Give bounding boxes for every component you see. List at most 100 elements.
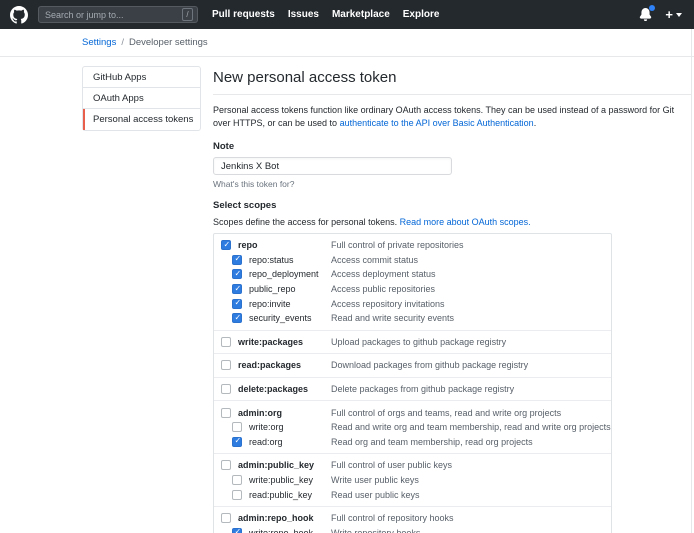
note-help-text: What's this token for?: [213, 179, 691, 189]
nav-pull-requests[interactable]: Pull requests: [212, 9, 275, 20]
scope-row: write:public_key Write user public keys: [214, 473, 611, 488]
sidebar-item-github-apps[interactable]: GitHub Apps: [83, 67, 200, 88]
sidebar-item-personal-access-tokens[interactable]: Personal access tokens: [83, 109, 200, 130]
page-title: New personal access token: [213, 66, 691, 95]
slash-shortcut-key: /: [182, 8, 193, 21]
scope-checkbox[interactable]: [221, 408, 231, 418]
scope-row: public_repo Access public repositories: [214, 282, 611, 297]
scope-row: admin:public_key Full control of user pu…: [214, 458, 611, 473]
header-search: /: [38, 6, 198, 23]
scope-name: security_events: [249, 313, 312, 323]
scope-row: write:repo_hook Write repository hooks: [214, 526, 611, 533]
scopes-description: Scopes define the access for personal to…: [213, 217, 691, 227]
header-nav: Pull requests Issues Marketplace Explore: [212, 9, 439, 20]
scope-checkbox[interactable]: [221, 460, 231, 470]
scope-checkbox[interactable]: [232, 437, 242, 447]
scope-checkbox[interactable]: [221, 240, 231, 250]
scope-group-read-packages: read:packages Download packages from git…: [214, 353, 611, 377]
nav-explore[interactable]: Explore: [403, 9, 440, 20]
scope-row: write:org Read and write org and team me…: [214, 420, 611, 435]
intro-paragraph: Personal access tokens function like ord…: [213, 104, 691, 130]
scope-row: repo Full control of private repositorie…: [214, 238, 611, 253]
scope-checkbox[interactable]: [221, 384, 231, 394]
scope-name: delete:packages: [238, 384, 308, 394]
scope-name: admin:org: [238, 408, 282, 418]
scope-checkbox[interactable]: [232, 255, 242, 265]
scope-desc: Full control of repository hooks: [331, 513, 454, 523]
scope-desc: Full control of private repositories: [331, 240, 464, 250]
scope-row: read:packages Download packages from git…: [214, 358, 611, 373]
scope-name: repo:invite: [249, 299, 291, 309]
scope-group-admin-org: admin:org Full control of orgs and teams…: [214, 400, 611, 453]
scope-name: repo_deployment: [249, 269, 319, 279]
scope-checkbox[interactable]: [221, 360, 231, 370]
scope-checkbox[interactable]: [232, 422, 242, 432]
scope-desc: Full control of orgs and teams, read and…: [331, 408, 561, 418]
scope-name: admin:repo_hook: [238, 513, 314, 523]
top-header: / Pull requests Issues Marketplace Explo…: [0, 0, 694, 29]
scope-desc: Read user public keys: [331, 490, 420, 500]
scope-name: write:public_key: [249, 475, 313, 485]
github-logo-icon[interactable]: [10, 6, 28, 24]
scope-desc: Access deployment status: [331, 269, 436, 279]
search-input[interactable]: [45, 10, 182, 20]
breadcrumb-separator: /: [121, 37, 124, 48]
nav-marketplace[interactable]: Marketplace: [332, 9, 390, 20]
scope-checkbox[interactable]: [232, 475, 242, 485]
developer-settings-sidebar: GitHub Apps OAuth Apps Personal access t…: [82, 66, 201, 131]
scope-row: read:org Read org and team membership, r…: [214, 435, 611, 450]
breadcrumb-settings-link[interactable]: Settings: [82, 37, 116, 48]
scope-name: read:packages: [238, 360, 301, 370]
scope-desc: Upload packages to github package regist…: [331, 337, 506, 347]
notifications-bell-icon[interactable]: [639, 8, 652, 21]
scope-name: read:public_key: [249, 490, 312, 500]
scope-desc: Access repository invitations: [331, 299, 445, 309]
create-new-dropdown[interactable]: +: [665, 8, 682, 21]
scope-desc: Read org and team membership, read org p…: [331, 437, 533, 447]
scope-row: admin:org Full control of orgs and teams…: [214, 405, 611, 420]
header-right: +: [639, 8, 682, 21]
intro-period: .: [534, 118, 537, 128]
scope-name: repo:status: [249, 255, 294, 265]
scope-group-repo: repo Full control of private repositorie…: [214, 234, 611, 330]
basic-auth-link[interactable]: authenticate to the API over Basic Authe…: [340, 118, 534, 128]
note-label: Note: [213, 141, 691, 152]
oauth-scopes-link[interactable]: Read more about OAuth scopes.: [400, 217, 531, 227]
scope-desc: Write user public keys: [331, 475, 419, 485]
unread-notification-dot: [649, 5, 655, 11]
scope-checkbox[interactable]: [232, 313, 242, 323]
scope-checkbox[interactable]: [221, 513, 231, 523]
scope-group-delete-packages: delete:packages Delete packages from git…: [214, 377, 611, 401]
scopes-desc-text: Scopes define the access for personal to…: [213, 217, 400, 227]
nav-issues[interactable]: Issues: [288, 9, 319, 20]
scope-group-admin-repo-hook: admin:repo_hook Full control of reposito…: [214, 506, 611, 533]
scope-name: repo: [238, 240, 258, 250]
scope-row: repo_deployment Access deployment status: [214, 267, 611, 282]
content-area: GitHub Apps OAuth Apps Personal access t…: [0, 57, 694, 533]
scope-checkbox[interactable]: [221, 337, 231, 347]
scope-checkbox[interactable]: [232, 299, 242, 309]
note-input[interactable]: [213, 157, 452, 175]
scope-name: write:packages: [238, 337, 303, 347]
sidebar-item-oauth-apps[interactable]: OAuth Apps: [83, 88, 200, 109]
scope-desc: Read and write org and team membership, …: [331, 422, 611, 432]
scope-checkbox[interactable]: [232, 528, 242, 533]
scope-checkbox[interactable]: [232, 284, 242, 294]
scope-desc: Read and write security events: [331, 313, 454, 323]
scope-row: repo:status Access commit status: [214, 253, 611, 268]
scrollbar-track[interactable]: [691, 29, 692, 533]
scope-desc: Access public repositories: [331, 284, 435, 294]
scopes-table: repo Full control of private repositorie…: [213, 233, 612, 533]
scope-row: write:packages Upload packages to github…: [214, 335, 611, 350]
scope-name: write:org: [249, 422, 284, 432]
scope-group-admin-public-key: admin:public_key Full control of user pu…: [214, 453, 611, 506]
scope-row: repo:invite Access repository invitation…: [214, 296, 611, 311]
scope-row: read:public_key Read user public keys: [214, 487, 611, 502]
scope-checkbox[interactable]: [232, 269, 242, 279]
scope-desc: Full control of user public keys: [331, 460, 452, 470]
scope-desc: Download packages from github package re…: [331, 360, 528, 370]
scope-checkbox[interactable]: [232, 490, 242, 500]
scope-name: public_repo: [249, 284, 296, 294]
select-scopes-label: Select scopes: [213, 200, 691, 211]
chevron-down-icon: [676, 13, 682, 17]
